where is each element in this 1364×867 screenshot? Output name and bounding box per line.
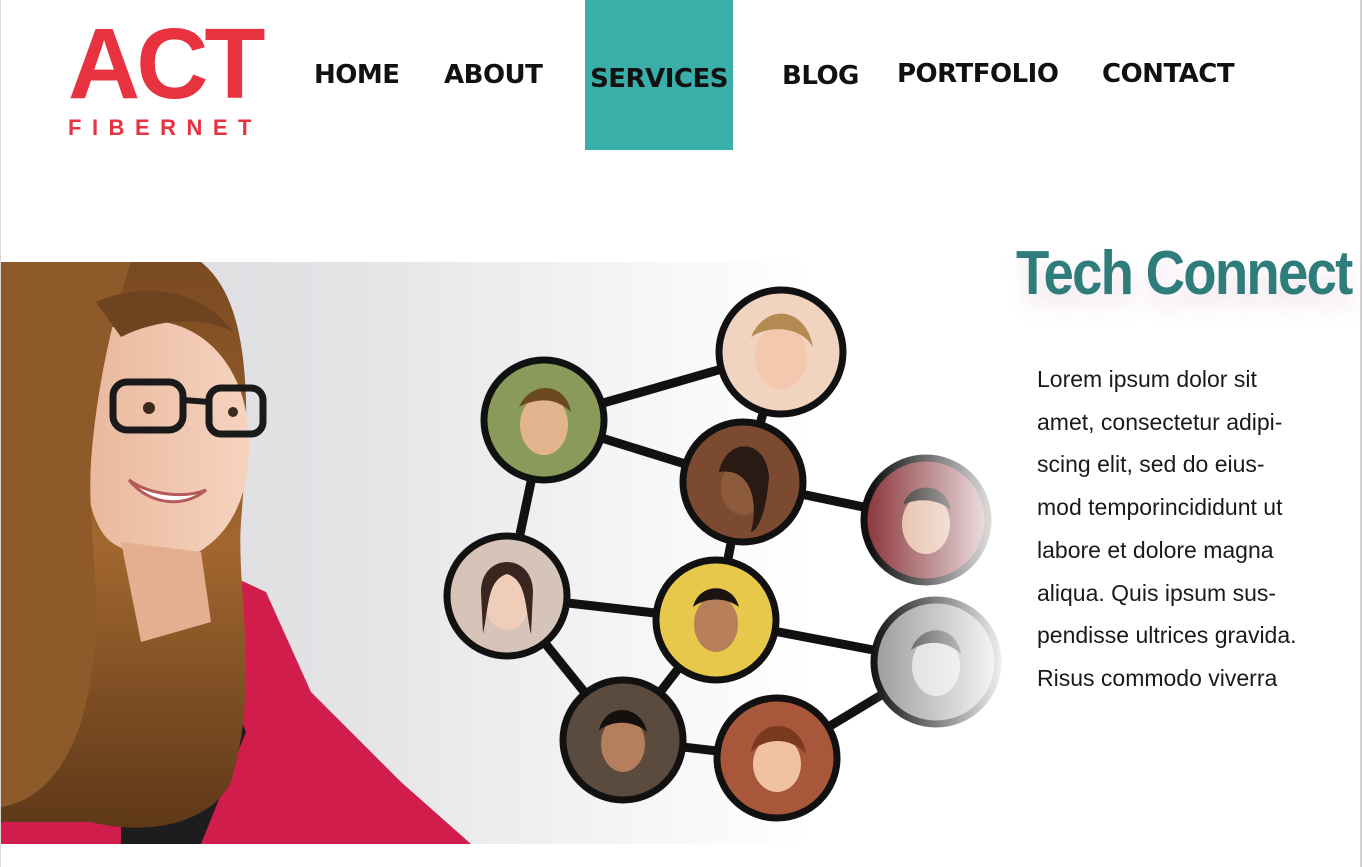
body-line: aliqua. Quis ipsum sus- [1037,579,1277,606]
nav-services[interactable]: SERVICES [585,0,733,150]
body-line: amet, consectetur adipi- [1037,408,1283,435]
body-line: scing elit, sed do eius- [1037,451,1265,478]
body-line: Risus commodo viverra [1037,664,1278,691]
body-line: pendisse ultrices gravida. [1037,622,1297,649]
hero-body-text: Lorem ipsum dolor sit amet, consectetur … [1037,358,1337,700]
body-line: mod temporincididunt ut [1037,494,1283,521]
nav-contact[interactable]: CONTACT [1102,59,1235,89]
nav-home[interactable]: HOME [314,60,400,90]
hero-image [1,262,1011,844]
nav-portfolio[interactable]: PORTFOLIO [897,59,1059,89]
body-line: Lorem ipsum dolor sit [1037,366,1257,392]
body-line: labore et dolore magna [1037,536,1274,563]
nav-about[interactable]: ABOUT [444,60,543,90]
logo-tagline: FIBERNET [68,115,262,140]
logo-wordmark: ACT [68,8,266,120]
brand-logo[interactable]: ACT FIBERNET [66,14,266,144]
nav-blog[interactable]: BLOG [782,61,859,91]
hero-fade-overlay [871,262,1011,844]
hero-headline: Tech Connect [1016,239,1353,308]
nav-services-label: SERVICES [590,64,728,94]
